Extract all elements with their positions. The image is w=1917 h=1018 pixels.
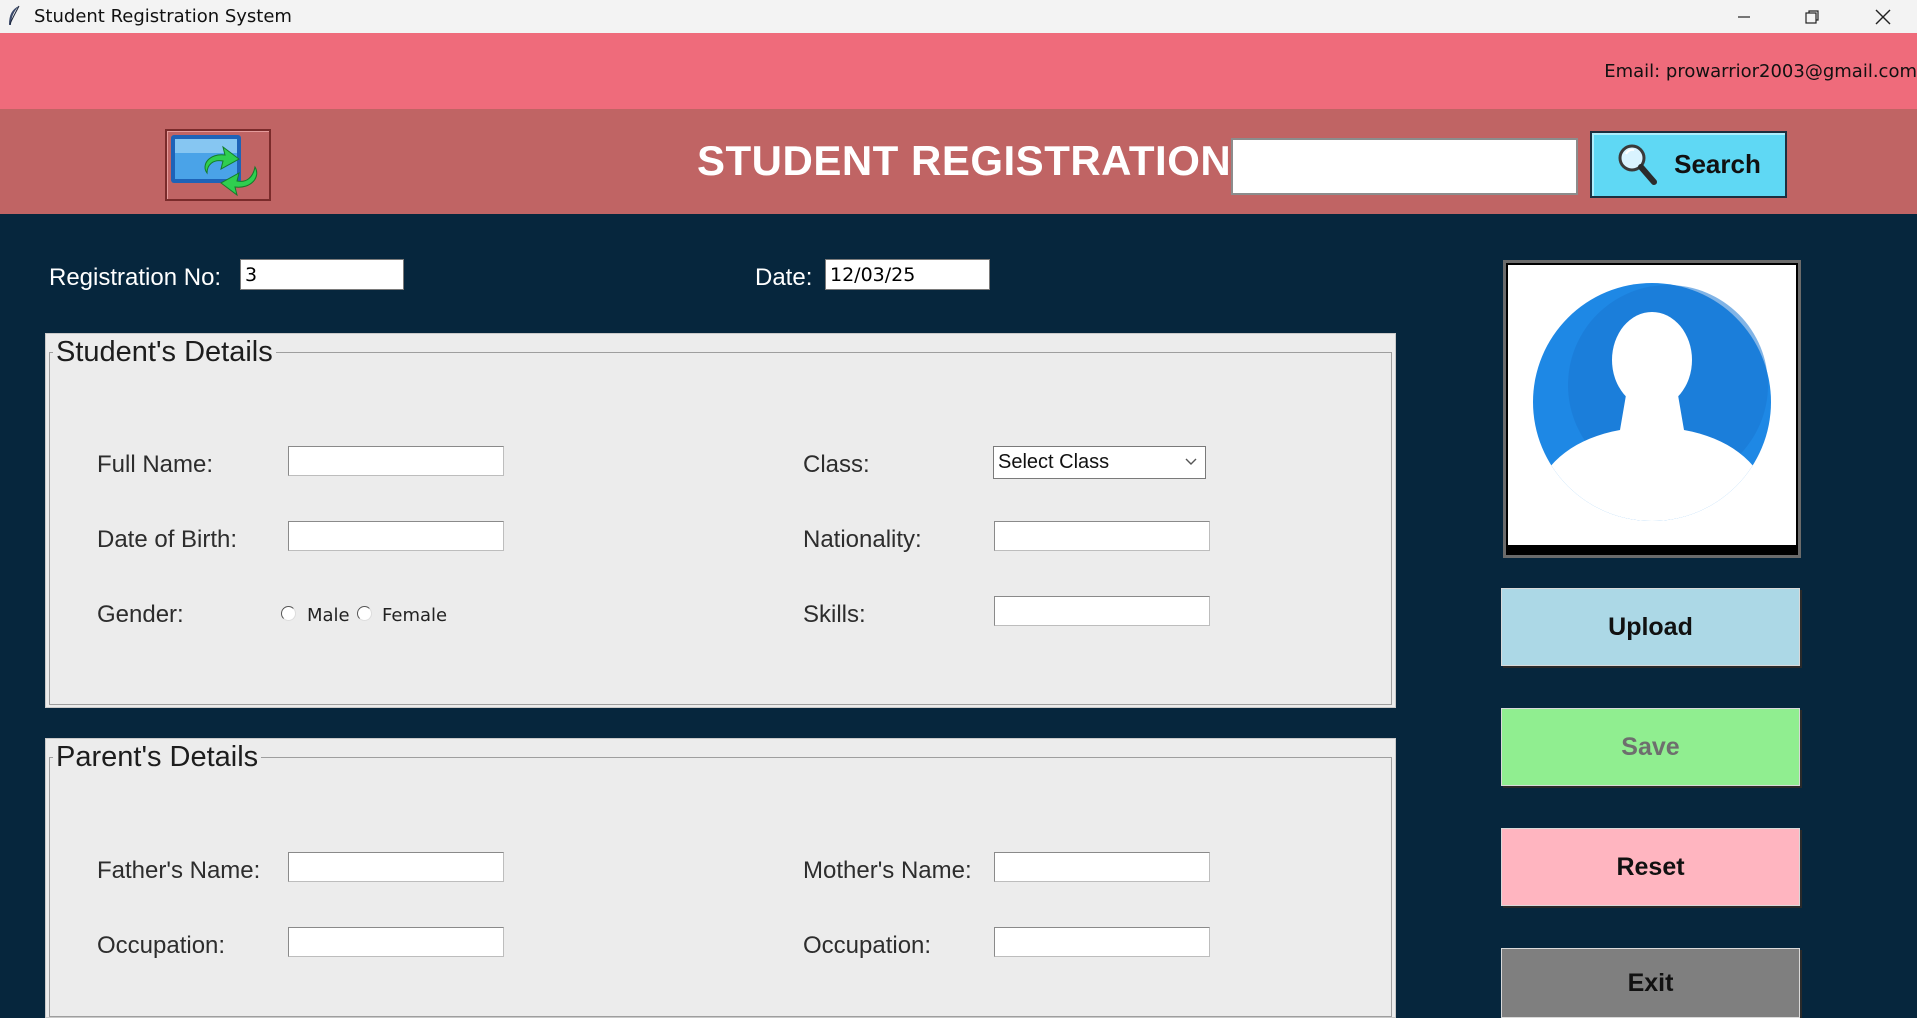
father-name-field[interactable] [288, 852, 504, 882]
skills-field[interactable] [994, 596, 1210, 626]
reset-button[interactable]: Reset [1501, 828, 1800, 906]
students-details-title: Student's Details [53, 336, 276, 369]
search-input[interactable] [1231, 138, 1578, 195]
gender-female-label: Female [382, 605, 448, 626]
date-of-birth-label: Date of Birth: [97, 526, 238, 553]
gender-male-radio[interactable] [281, 606, 296, 621]
search-button-label: Search [1674, 149, 1761, 179]
date-label: Date: [755, 264, 813, 291]
date-field[interactable] [825, 259, 990, 290]
feather-icon [7, 5, 21, 27]
mother-name-label: Mother's Name: [803, 857, 972, 884]
upload-button[interactable]: Upload [1501, 588, 1800, 666]
minimize-button[interactable] [1710, 0, 1778, 33]
exit-button[interactable]: Exit [1501, 948, 1800, 1018]
page-title: STUDENT REGISTRATION [697, 137, 1232, 184]
skills-label: Skills: [803, 601, 866, 628]
parents-details-title: Parent's Details [53, 741, 262, 774]
close-button[interactable] [1849, 0, 1917, 33]
date-of-birth-field[interactable] [288, 521, 504, 551]
full-name-label: Full Name: [97, 451, 214, 478]
mother-occupation-field[interactable] [994, 927, 1210, 957]
gender-female-radio[interactable] [357, 606, 372, 621]
save-button[interactable]: Save [1501, 708, 1800, 786]
search-button[interactable]: Search [1590, 131, 1787, 198]
user-avatar-icon [1533, 283, 1771, 521]
restore-button[interactable] [1778, 0, 1846, 33]
class-label: Class: [803, 451, 870, 478]
class-select-value: Select Class [998, 451, 1110, 473]
parents-details-border [49, 757, 1392, 1017]
nationality-field[interactable] [994, 521, 1210, 551]
magnifier-icon [1618, 144, 1658, 185]
class-select[interactable]: Select Class [993, 446, 1206, 479]
gender-label: Gender: [97, 601, 184, 628]
mother-name-field[interactable] [994, 852, 1210, 882]
mother-occupation-label: Occupation: [803, 932, 932, 959]
registration-no-field[interactable] [240, 259, 404, 290]
refresh-button[interactable] [165, 129, 271, 201]
registration-no-label: Registration No: [49, 264, 222, 291]
father-name-label: Father's Name: [97, 857, 261, 884]
father-occupation-field[interactable] [288, 927, 504, 957]
monitor-refresh-icon [171, 135, 258, 197]
gender-male-label: Male [307, 605, 350, 626]
contact-email: Email: prowarrior2003@gmail.com [1604, 61, 1917, 82]
father-occupation-label: Occupation: [97, 932, 226, 959]
window-title: Student Registration System [34, 6, 292, 27]
full-name-field[interactable] [288, 446, 504, 476]
nationality-label: Nationality: [803, 526, 922, 553]
photo-area [1508, 265, 1796, 545]
chevron-down-icon [1185, 458, 1197, 465]
